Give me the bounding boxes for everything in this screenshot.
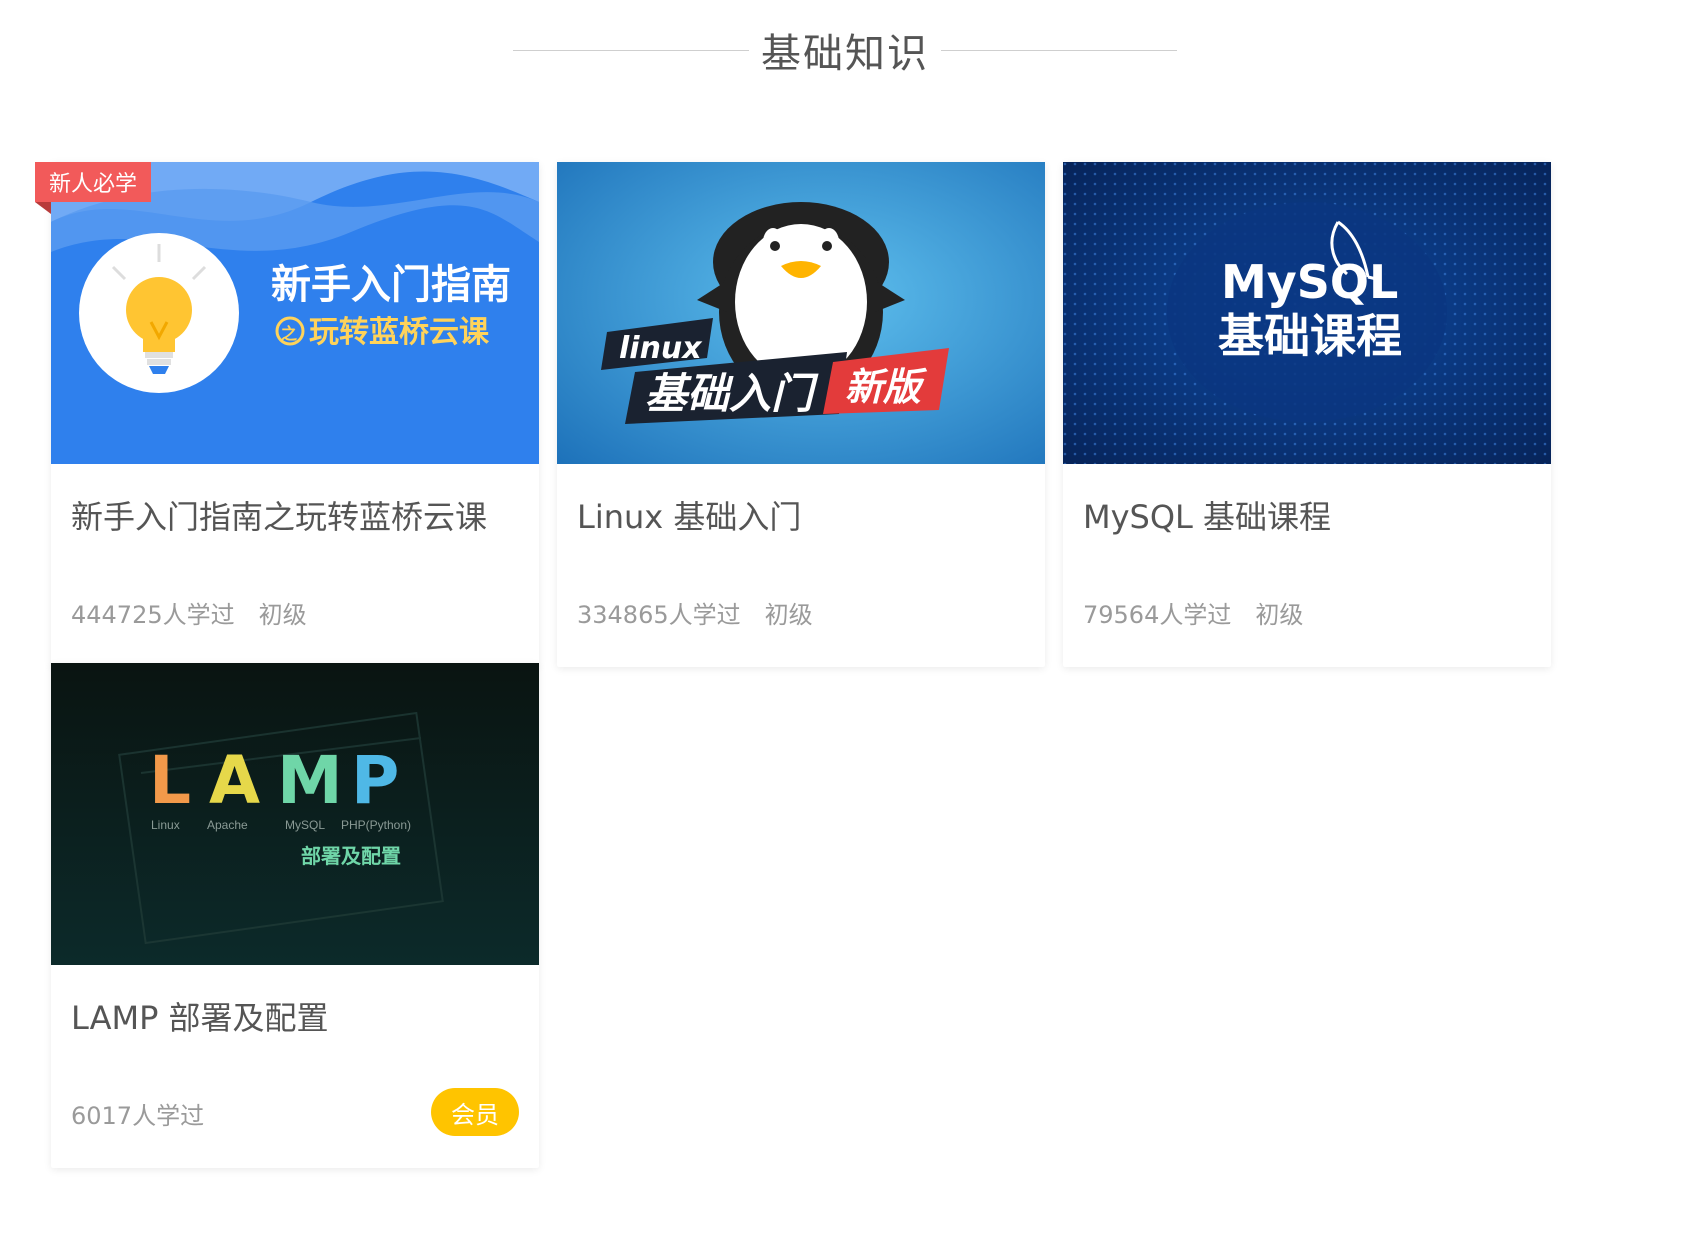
course-meta: 79564人学过 初级 — [1083, 595, 1303, 630]
course-thumbnail[interactable]: L A M P Linux Apache MySQL PHP(Python) 部… — [51, 663, 539, 965]
learner-count: 6017人学过 — [71, 1102, 205, 1130]
course-thumbnail[interactable]: linux 基础入门 新版 — [557, 162, 1045, 464]
svg-text:玩转蓝桥云课: 玩转蓝桥云课 — [309, 315, 490, 350]
course-thumbnail[interactable]: 新手入门指南 之 玩转蓝桥云课 — [51, 162, 539, 464]
svg-text:Apache: Apache — [207, 818, 248, 832]
learner-count: 79564人学过 — [1083, 601, 1232, 629]
svg-text:MySQL: MySQL — [1221, 255, 1398, 309]
course-level: 初级 — [764, 601, 813, 629]
svg-text:基础入门: 基础入门 — [645, 369, 819, 418]
learner-count: 444725人学过 — [71, 601, 235, 629]
course-card-newbie-guide[interactable]: 新人必学 新手入门指南 之 玩转蓝桥云课 新手入门指南之玩转蓝桥云课 44472… — [35, 162, 539, 667]
svg-text:Linux: Linux — [151, 818, 180, 832]
course-title[interactable]: LAMP 部署及配置 — [71, 993, 519, 1039]
svg-text:linux: linux — [619, 331, 703, 366]
course-thumbnail[interactable]: MySQL 基础课程 — [1063, 162, 1551, 464]
new-user-badge: 新人必学 — [35, 162, 152, 202]
svg-text:部署及配置: 部署及配置 — [301, 844, 401, 868]
svg-text:新手入门指南: 新手入门指南 — [271, 262, 511, 308]
course-title[interactable]: MySQL 基础课程 — [1083, 492, 1531, 538]
course-card-linux-basics[interactable]: linux 基础入门 新版 Linux 基础入门 334865人学过 初级 — [557, 162, 1045, 667]
section-header: 基础知识 — [0, 10, 1690, 90]
course-level: 初级 — [1255, 601, 1304, 629]
svg-text:L: L — [149, 742, 191, 819]
svg-text:MySQL: MySQL — [285, 818, 325, 832]
svg-text:基础课程: 基础课程 — [1218, 309, 1402, 363]
course-card-mysql-basics[interactable]: MySQL 基础课程 MySQL 基础课程 79564人学过 初级 — [1063, 162, 1551, 667]
course-meta: 6017人学过 — [71, 1096, 204, 1131]
header-divider-right — [941, 49, 1177, 51]
course-title[interactable]: 新手入门指南之玩转蓝桥云课 — [71, 492, 519, 538]
learner-count: 334865人学过 — [577, 601, 741, 629]
course-level: 初级 — [258, 601, 307, 629]
svg-text:A: A — [209, 742, 260, 819]
svg-text:M: M — [277, 742, 343, 819]
member-badge: 会员 — [431, 1088, 519, 1136]
svg-text:P: P — [351, 742, 399, 819]
svg-text:之: 之 — [281, 324, 297, 343]
svg-text:PHP(Python): PHP(Python) — [341, 818, 411, 832]
course-title[interactable]: Linux 基础入门 — [577, 492, 1025, 538]
course-meta: 444725人学过 初级 — [71, 595, 307, 630]
badge-fold — [35, 202, 51, 214]
svg-text:新版: 新版 — [845, 365, 928, 409]
course-card-lamp-deploy[interactable]: L A M P Linux Apache MySQL PHP(Python) 部… — [51, 663, 539, 1168]
header-divider-left — [513, 49, 749, 51]
course-meta: 334865人学过 初级 — [577, 595, 813, 630]
section-title: 基础知识 — [761, 31, 929, 77]
